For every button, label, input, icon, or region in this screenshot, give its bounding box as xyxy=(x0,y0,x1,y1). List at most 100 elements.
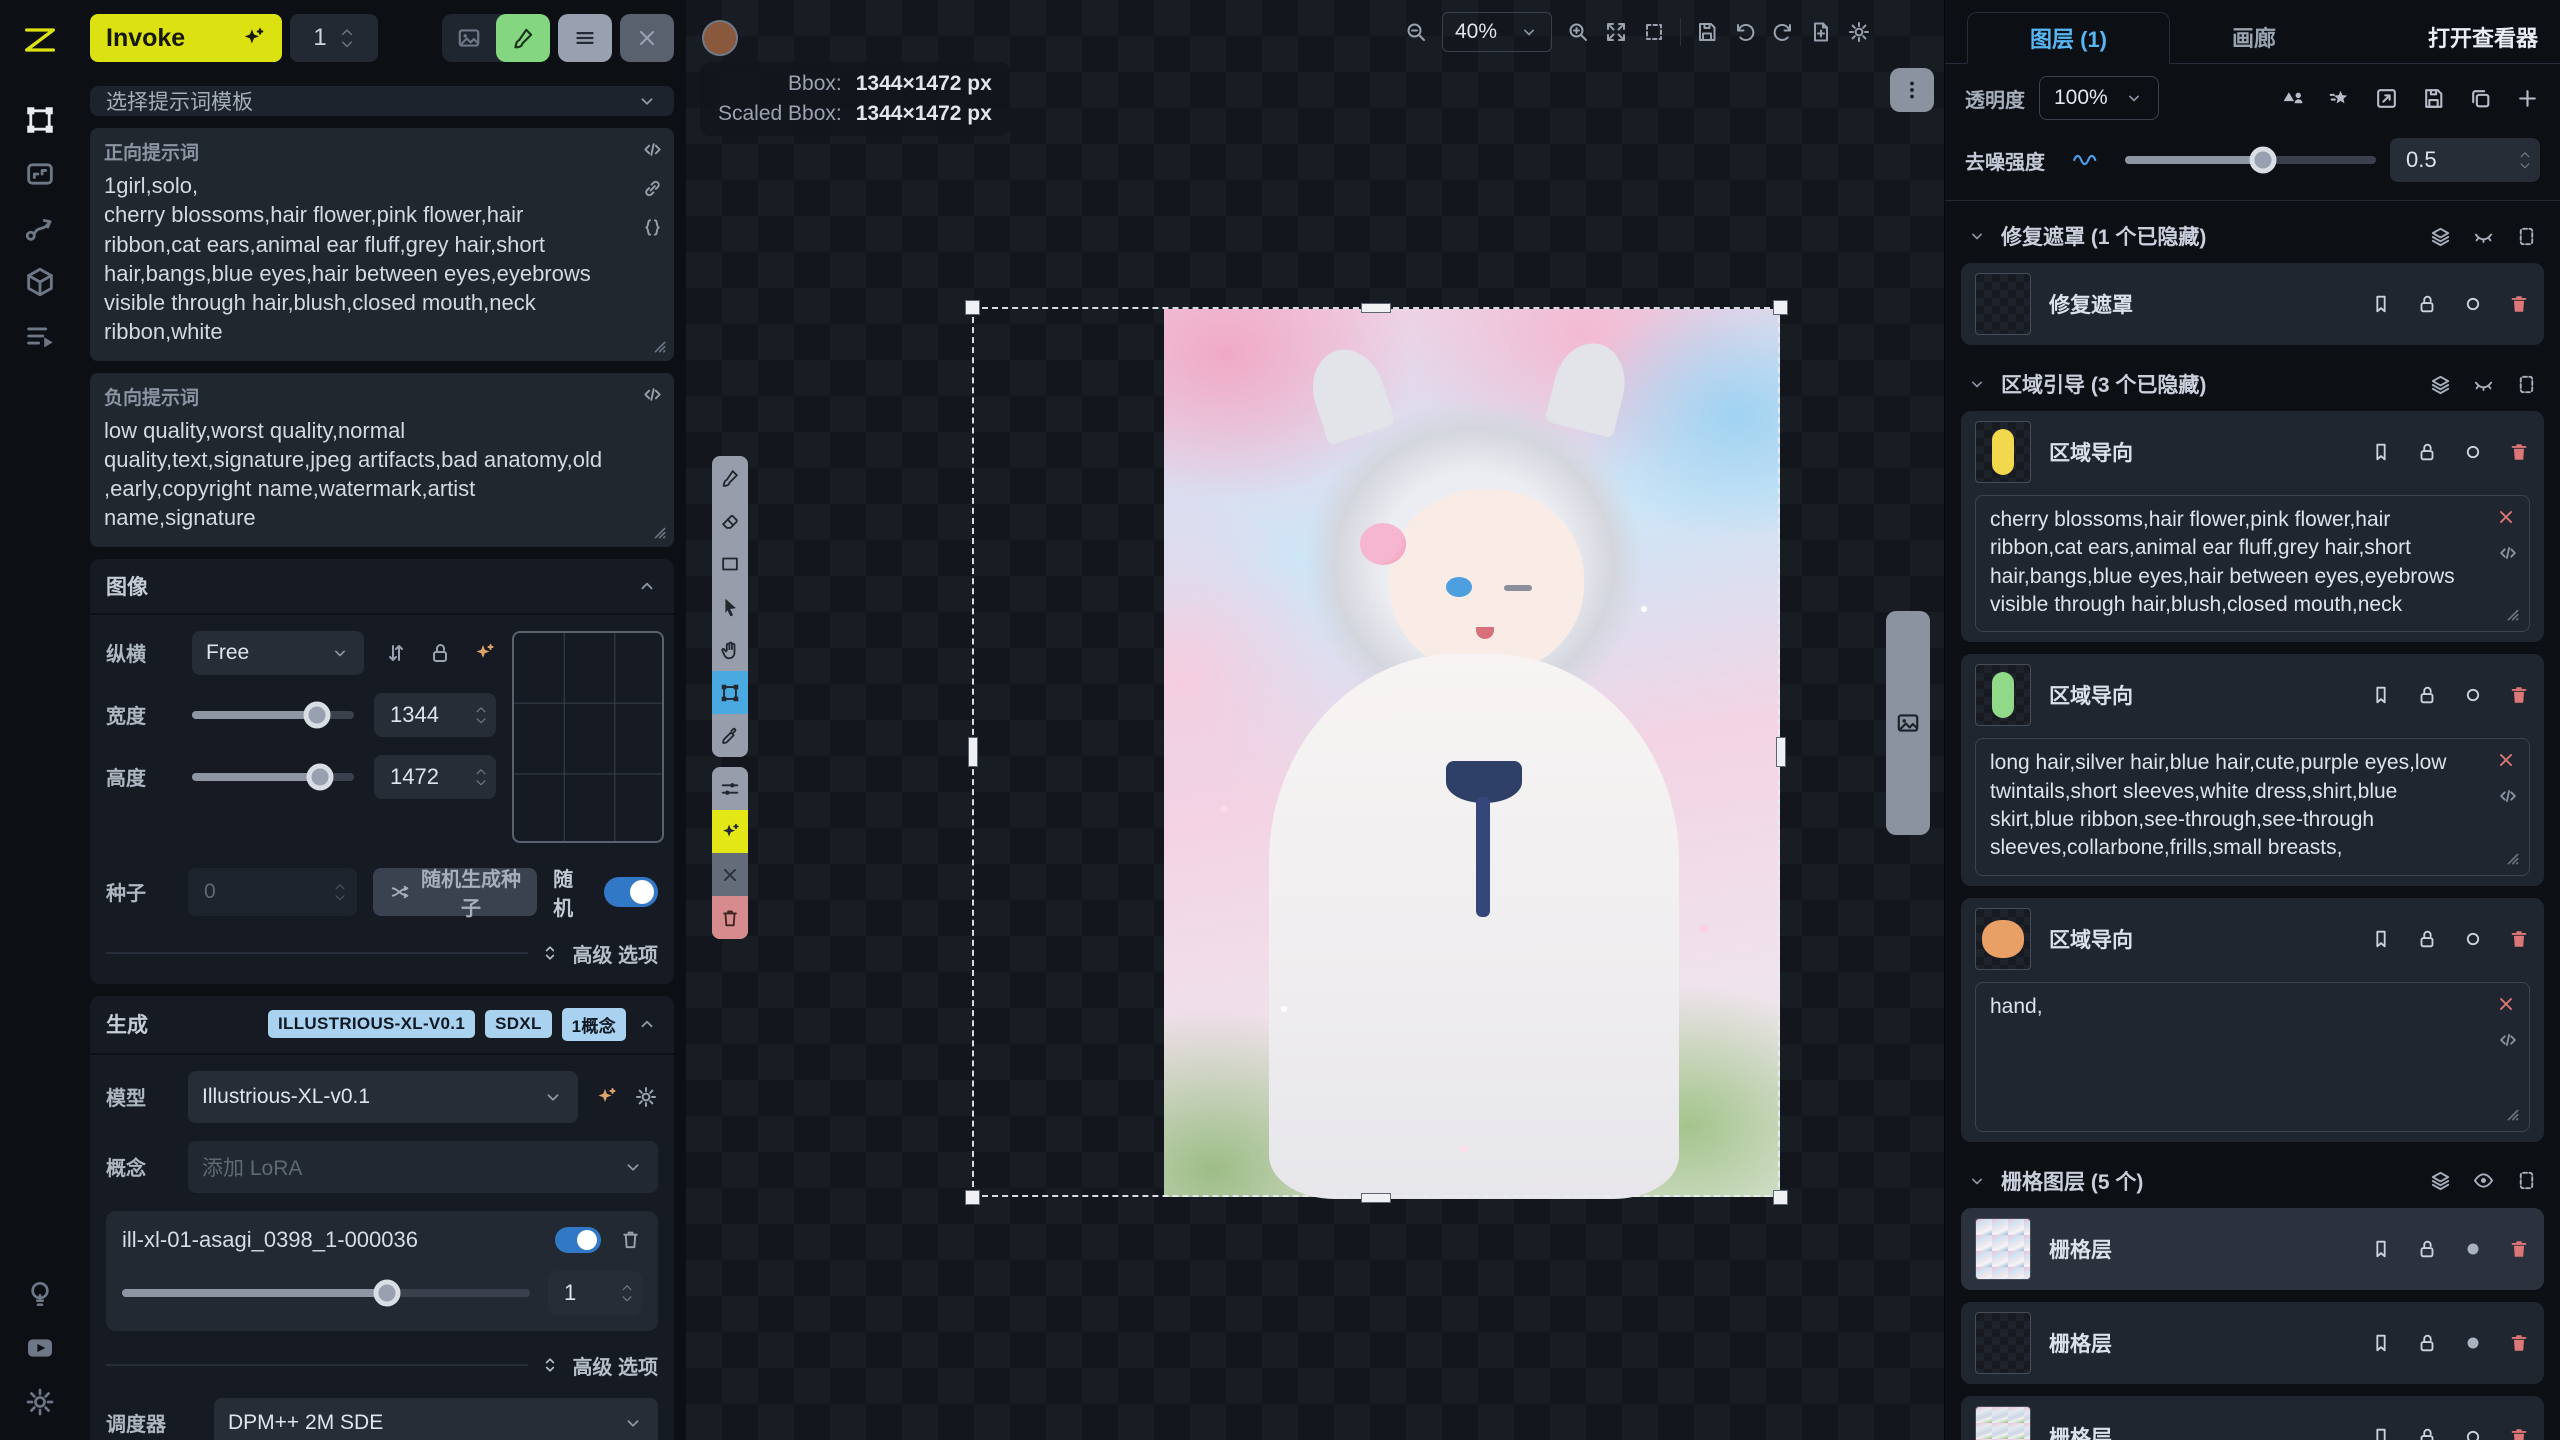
visibility-circle-icon[interactable] xyxy=(2462,1426,2484,1440)
layers-stack-icon[interactable] xyxy=(2429,373,2452,396)
tab-layers[interactable]: 图层 (1) xyxy=(1967,12,2170,64)
raster-layer[interactable]: 栅格层 xyxy=(1961,1396,2544,1440)
scale-layer-icon[interactable] xyxy=(2374,86,2399,111)
open-viewer-link[interactable]: 打开查看器 xyxy=(2428,21,2538,63)
delete-layer-icon[interactable] xyxy=(2508,293,2530,315)
close-button[interactable] xyxy=(620,14,674,62)
gallery-drawer-handle[interactable] xyxy=(1886,611,1930,835)
brush-tool[interactable] xyxy=(712,456,748,499)
lock-icon[interactable] xyxy=(2416,928,2438,950)
frame-icon[interactable] xyxy=(2515,373,2538,396)
denoise-slider[interactable] xyxy=(2125,156,2376,164)
eye-open-icon[interactable] xyxy=(2472,1169,2495,1192)
bookmark-icon[interactable] xyxy=(2370,684,2392,706)
generation-bbox[interactable] xyxy=(972,307,1780,1197)
invoke-region-tool[interactable] xyxy=(712,810,748,853)
bookmark-icon[interactable] xyxy=(2370,1238,2392,1260)
eraser-tool[interactable] xyxy=(712,499,748,542)
height-input[interactable]: 1472 xyxy=(374,755,496,799)
width-slider[interactable] xyxy=(192,711,354,719)
redo-icon[interactable] xyxy=(1771,20,1795,44)
pan-tool[interactable] xyxy=(712,628,748,671)
brush-mode-button[interactable] xyxy=(496,14,550,62)
lora-enabled-toggle[interactable] xyxy=(555,1227,601,1253)
bookmark-icon[interactable] xyxy=(2370,293,2392,315)
visibility-circle-icon[interactable] xyxy=(2462,1332,2484,1354)
canvas-stage[interactable]: Bbox: 1344×1472 px Scaled Bbox: 1344×147… xyxy=(686,0,1944,1440)
bbox-handle-nw[interactable] xyxy=(965,300,980,315)
resize-handle-icon[interactable] xyxy=(2501,1103,2521,1123)
regional-prompt-box[interactable]: cherry blossoms,hair flower,pink flower,… xyxy=(1975,495,2530,632)
bookmark-icon[interactable] xyxy=(2370,1426,2392,1440)
regional-prompt-box[interactable]: hand, xyxy=(1975,982,2530,1132)
invoke-logo-icon[interactable] xyxy=(16,16,64,64)
settings-icon[interactable] xyxy=(16,1378,64,1426)
zoom-in-icon[interactable] xyxy=(1566,20,1590,44)
zoom-out-icon[interactable] xyxy=(1404,20,1428,44)
resize-handle-icon[interactable] xyxy=(648,335,668,355)
nav-canvas-icon[interactable] xyxy=(16,96,64,144)
visibility-circle-icon[interactable] xyxy=(2462,441,2484,463)
inpaint-mask-group-header[interactable]: 修复遮罩 (1 个已隐藏) xyxy=(1961,209,2544,263)
negative-prompt-box[interactable]: 负向提示词 low quality,worst quality,normal q… xyxy=(90,373,674,547)
code-icon[interactable] xyxy=(2497,785,2519,807)
denoise-input[interactable]: 0.5 xyxy=(2390,138,2540,182)
frame-icon[interactable] xyxy=(2515,1169,2538,1192)
layer-thumbnail[interactable] xyxy=(1975,421,2031,483)
collapse-chevron-icon[interactable] xyxy=(636,1013,658,1035)
color-swatch[interactable] xyxy=(702,20,738,56)
save-layer-icon[interactable] xyxy=(2421,86,2446,111)
delete-tool[interactable] xyxy=(712,896,748,939)
optimize-size-icon[interactable] xyxy=(472,641,496,665)
nav-queue-icon[interactable] xyxy=(16,312,64,360)
generation-advanced-options[interactable]: 高级 选项 xyxy=(106,1351,658,1380)
visibility-circle-icon[interactable] xyxy=(2462,928,2484,950)
model-select[interactable]: Illustrious-XL-v0.1 xyxy=(188,1071,578,1123)
frame-icon[interactable] xyxy=(2515,225,2538,248)
collapse-chevron-icon[interactable] xyxy=(636,575,658,597)
bookmark-icon[interactable] xyxy=(2370,441,2392,463)
help-icon[interactable] xyxy=(16,1270,64,1318)
menu-button[interactable] xyxy=(558,14,612,62)
rect-tool[interactable] xyxy=(712,542,748,585)
delete-layer-icon[interactable] xyxy=(2508,1238,2530,1260)
lock-icon[interactable] xyxy=(2416,1332,2438,1354)
height-slider[interactable] xyxy=(192,773,354,781)
width-input[interactable]: 1344 xyxy=(374,693,496,737)
randomize-seed-button[interactable]: 随机生成种子 xyxy=(373,868,537,916)
nav-gallery-icon[interactable] xyxy=(16,150,64,198)
fit-bbox-icon[interactable] xyxy=(1642,20,1666,44)
bbox-handle-n[interactable] xyxy=(1361,303,1391,313)
aspect-select[interactable]: Free xyxy=(192,631,364,675)
canvas-overflow-menu[interactable] xyxy=(1890,68,1934,112)
auto-star-icon[interactable] xyxy=(2327,86,2352,111)
lora-weight-input[interactable]: 1 xyxy=(548,1271,642,1315)
code-icon[interactable] xyxy=(641,383,664,406)
inpaint-mask-layer[interactable]: 修复遮罩 xyxy=(1961,263,2544,345)
opacity-select[interactable]: 100% xyxy=(2039,76,2159,120)
random-seed-toggle[interactable] xyxy=(604,877,658,907)
delete-layer-icon[interactable] xyxy=(2508,928,2530,950)
model-sparkle-icon[interactable] xyxy=(594,1085,618,1109)
lock-icon[interactable] xyxy=(2416,293,2438,315)
add-lora-select[interactable]: 添加 LoRA xyxy=(188,1141,658,1193)
bbox-handle-w[interactable] xyxy=(968,737,978,767)
add-layer-icon[interactable] xyxy=(2515,86,2540,111)
queue-count-stepper[interactable]: 1 xyxy=(290,14,378,62)
invoke-button[interactable]: Invoke xyxy=(90,14,282,62)
delete-layer-icon[interactable] xyxy=(2508,1426,2530,1440)
bbox-handle-s[interactable] xyxy=(1361,1193,1391,1203)
nav-workflows-icon[interactable] xyxy=(16,204,64,252)
cancel-tool[interactable] xyxy=(712,853,748,896)
code-icon[interactable] xyxy=(641,138,664,161)
youtube-icon[interactable] xyxy=(16,1324,64,1372)
lock-icon[interactable] xyxy=(2416,1238,2438,1260)
regional-guidance-group-header[interactable]: 区域引导 (3 个已隐藏) xyxy=(1961,357,2544,411)
regional-guidance-layer[interactable]: 区域导向 cherry blossoms,hair flower,pink fl… xyxy=(1961,411,2544,642)
zoom-level-select[interactable]: 40% xyxy=(1442,12,1552,52)
tab-gallery[interactable]: 画廊 xyxy=(2170,11,2338,63)
layer-thumbnail[interactable] xyxy=(1975,664,2031,726)
layers-list[interactable]: 修复遮罩 (1 个已隐藏) 修复遮罩 区域引导 (3 个已隐藏) xyxy=(1945,201,2560,1440)
regional-guidance-layer[interactable]: 区域导向 long hair,silver hair,blue hair,cut… xyxy=(1961,654,2544,885)
bookmark-icon[interactable] xyxy=(2370,1332,2392,1354)
